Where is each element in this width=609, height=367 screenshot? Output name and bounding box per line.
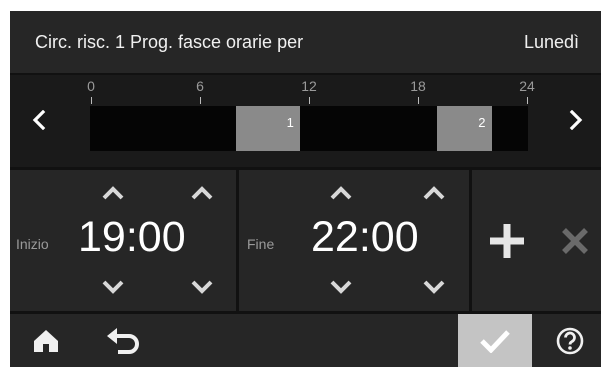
- chevron-up-icon: [423, 186, 445, 200]
- selected-day[interactable]: Lunedì: [524, 32, 579, 53]
- day-timeline: 0 6 12 18 24 1 2: [10, 75, 601, 167]
- hour-label: 18: [410, 78, 426, 94]
- end-minutes-up-button[interactable]: [419, 182, 449, 204]
- plus-icon: [490, 224, 524, 258]
- start-hours-up-button[interactable]: [98, 182, 128, 204]
- hour-label: 12: [301, 78, 317, 94]
- start-label: Inizio: [16, 236, 49, 252]
- time-slot-1[interactable]: 1: [236, 106, 300, 151]
- end-time-value: 22:00: [311, 213, 419, 261]
- slot-actions-panel: [472, 170, 601, 311]
- help-button[interactable]: [547, 314, 593, 367]
- chevron-down-icon: [423, 280, 445, 294]
- chevron-down-icon: [102, 280, 124, 294]
- end-minutes-down-button[interactable]: [419, 276, 449, 298]
- chevron-down-icon: [330, 280, 352, 294]
- chevron-down-icon: [191, 280, 213, 294]
- question-circle-icon: [556, 327, 584, 354]
- home-icon: [34, 329, 58, 352]
- start-minutes-down-button[interactable]: [187, 276, 217, 298]
- end-time-panel: Fine 22:00: [239, 170, 469, 311]
- checkmark-icon: [480, 329, 510, 353]
- hour-label: 6: [196, 78, 204, 94]
- end-hours-down-button[interactable]: [326, 276, 356, 298]
- footer-bar: [10, 314, 601, 367]
- home-button[interactable]: [24, 314, 68, 367]
- chevron-right-icon: [569, 110, 583, 130]
- start-minutes-up-button[interactable]: [187, 182, 217, 204]
- delete-slot-button[interactable]: [555, 221, 595, 261]
- close-icon: [562, 228, 588, 254]
- add-slot-button[interactable]: [487, 221, 527, 261]
- chevron-up-icon: [191, 186, 213, 200]
- header-bar: Circ. risc. 1 Prog. fasce orarie per Lun…: [10, 11, 601, 73]
- time-slot-number: 2: [478, 115, 486, 130]
- hour-tick: [309, 97, 310, 104]
- confirm-button[interactable]: [458, 314, 532, 367]
- chevron-up-icon: [330, 186, 352, 200]
- previous-day-button[interactable]: [24, 105, 54, 135]
- end-hours-up-button[interactable]: [326, 182, 356, 204]
- back-button[interactable]: [99, 314, 149, 367]
- start-time-panel: Inizio 19:00: [10, 170, 236, 311]
- chevron-up-icon: [102, 186, 124, 200]
- hour-tick: [527, 97, 528, 104]
- chevron-left-icon: [32, 110, 46, 130]
- time-slot-2[interactable]: 2: [436, 106, 492, 151]
- program-screen: Circ. risc. 1 Prog. fasce orarie per Lun…: [10, 11, 601, 367]
- end-label: Fine: [247, 236, 275, 252]
- start-time-value: 19:00: [78, 213, 186, 261]
- hour-tick: [200, 97, 201, 104]
- hour-tick: [91, 97, 92, 104]
- undo-arrow-icon: [107, 327, 139, 354]
- time-slot-number: 1: [286, 115, 294, 130]
- next-day-button[interactable]: [561, 105, 591, 135]
- start-hours-down-button[interactable]: [98, 276, 128, 298]
- time-slot-bar: 1 2: [90, 106, 528, 151]
- page-title: Circ. risc. 1 Prog. fasce orarie per: [35, 32, 304, 52]
- hour-tick: [418, 97, 419, 104]
- hour-label: 0: [87, 78, 95, 94]
- hour-label: 24: [519, 78, 535, 94]
